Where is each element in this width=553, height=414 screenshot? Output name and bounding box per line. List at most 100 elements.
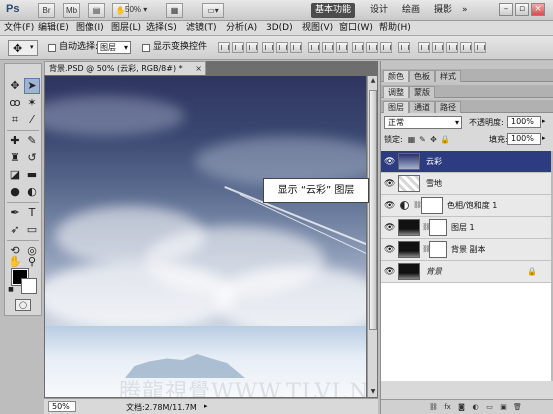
menu-image[interactable]: 图像(I) [76, 22, 104, 35]
background-color-swatch[interactable] [21, 278, 37, 294]
tab-color[interactable]: 颜色 [383, 70, 409, 82]
zoom-level-select[interactable]: 50% ▾ [125, 3, 161, 18]
menu-analysis[interactable]: 分析(A) [226, 22, 257, 35]
distribute-vertical-center-icon[interactable] [322, 42, 334, 53]
tab-masks[interactable]: 蒙版 [409, 86, 435, 98]
eye-icon[interactable]: 👁 [384, 223, 395, 233]
opacity-slider-arrow-icon[interactable]: ▸ [542, 117, 546, 125]
layer-style-icon[interactable]: fx [443, 403, 452, 412]
distribute-horizontal-center-icon[interactable] [366, 42, 378, 53]
dodge-tool-icon[interactable]: ◐ [24, 184, 40, 200]
align-bottom-icon[interactable] [246, 42, 258, 53]
status-zoom-field[interactable]: 50% [48, 401, 76, 412]
bridge-button[interactable]: Br [38, 3, 55, 18]
tab-swatches[interactable]: 色板 [409, 70, 435, 82]
align-horizontal-center-icon[interactable] [276, 42, 288, 53]
layer-row-hue-saturation[interactable]: 👁 ⛓ 色相/饱和度 1 [381, 195, 551, 217]
align-vertical-center-icon[interactable] [232, 42, 244, 53]
selected-move-tool-icon[interactable]: ➤ [24, 78, 40, 94]
tool-preset-picker[interactable]: ✥ ▾ [8, 40, 38, 56]
scroll-up-icon[interactable]: ▲ [368, 76, 378, 85]
crop-tool-icon[interactable]: ⌗ [7, 112, 23, 128]
eye-icon[interactable]: 👁 [384, 267, 395, 277]
default-colors-icon[interactable]: ■ [7, 286, 15, 294]
lock-position-icon[interactable]: ✥ [429, 135, 438, 144]
lock-all-icon[interactable]: 🔒 [440, 135, 450, 144]
menu-filter[interactable]: 滤镜(T) [186, 22, 217, 35]
new-layer-icon[interactable]: ▣ [499, 403, 508, 412]
hand-tool-icon[interactable]: ✋ [7, 254, 23, 270]
history-brush-icon[interactable]: ↺ [24, 150, 40, 166]
3d-rotate-icon[interactable] [418, 42, 430, 53]
layer-row-snow[interactable]: 👁 雪地 [381, 173, 551, 195]
type-tool-icon[interactable]: T [24, 205, 40, 221]
arrange-documents-button[interactable]: ▭▾ [202, 3, 224, 18]
scrollbar-thumb[interactable] [369, 90, 377, 330]
eye-icon[interactable]: 👁 [384, 179, 395, 189]
align-right-icon[interactable] [290, 42, 302, 53]
workspace-design[interactable]: 设计 [366, 3, 392, 18]
auto-select-checkbox[interactable] [48, 44, 56, 52]
lasso-tool-icon[interactable]: ꝏ [7, 95, 23, 111]
blend-mode-select[interactable]: 正常 ▾ [384, 116, 462, 129]
lock-image-icon[interactable]: ✎ [418, 135, 427, 144]
tab-paths[interactable]: 路径 [435, 101, 461, 113]
quick-mask-icon[interactable]: ◯ [15, 299, 31, 311]
blur-tool-icon[interactable]: ● [7, 184, 23, 200]
lock-transparency-icon[interactable]: ▦ [407, 135, 416, 144]
distribute-top-icon[interactable] [308, 42, 320, 53]
layer-row-layer-1[interactable]: 👁 ⛓ 图层 1 [381, 217, 551, 239]
eraser-tool-icon[interactable]: ◪ [7, 167, 23, 183]
tab-channels[interactable]: 通道 [409, 101, 435, 113]
zoom-tool-icon[interactable]: ⚲ [24, 254, 40, 270]
fill-input[interactable]: 100% [507, 133, 541, 145]
magic-wand-icon[interactable]: ✶ [24, 95, 40, 111]
eye-icon[interactable]: 👁 [384, 245, 395, 255]
restore-button[interactable]: ▫ [515, 3, 529, 16]
view-extras-button[interactable]: ▤ [88, 3, 105, 18]
close-button[interactable]: × [531, 3, 545, 16]
workspace-more-chevron-icon[interactable]: » [458, 3, 472, 18]
distribute-bottom-icon[interactable] [336, 42, 348, 53]
menu-view[interactable]: 视图(V) [302, 22, 333, 35]
path-selection-icon[interactable]: ➶ [7, 222, 23, 238]
minimize-button[interactable]: – [499, 3, 513, 16]
close-icon[interactable]: × [195, 62, 202, 75]
menu-3d[interactable]: 3D(D) [266, 22, 293, 35]
clone-stamp-icon[interactable]: ♜ [7, 150, 23, 166]
align-top-icon[interactable] [218, 42, 230, 53]
fill-slider-arrow-icon[interactable]: ▸ [542, 134, 546, 142]
layer-row-background-copy[interactable]: 👁 ⛓ 背景 副本 [381, 239, 551, 261]
move-tool-icon[interactable]: ✥ [7, 78, 23, 94]
layer-row-clouds[interactable]: 👁 云彩 [381, 151, 551, 173]
workspace-essentials[interactable]: 基本功能 [311, 3, 356, 18]
tab-styles[interactable]: 样式 [435, 70, 461, 82]
3d-scale-icon[interactable] [474, 42, 486, 53]
rectangle-tool-icon[interactable]: ▭ [24, 222, 40, 238]
auto-align-layers-icon[interactable] [398, 42, 410, 53]
document-tab[interactable]: 背景.PSD @ 50% (云彩, RGB/8#) * × [44, 61, 206, 75]
workspace-painting[interactable]: 绘画 [398, 3, 424, 18]
new-group-icon[interactable]: ▭ [485, 403, 494, 412]
show-transform-checkbox[interactable] [142, 44, 150, 52]
menu-window[interactable]: 窗口(W) [339, 22, 373, 35]
scroll-down-icon[interactable]: ▼ [368, 387, 378, 396]
3d-roll-icon[interactable] [432, 42, 444, 53]
3d-pan-icon[interactable] [446, 42, 458, 53]
add-mask-icon[interactable]: ◙ [457, 403, 466, 412]
mini-bridge-button[interactable]: Mb [63, 3, 80, 18]
distribute-right-icon[interactable] [380, 42, 392, 53]
delete-layer-icon[interactable]: 🗑 [513, 403, 522, 412]
layer-row-background[interactable]: 👁 背景 🔒 [381, 261, 551, 283]
image-canvas[interactable]: 腾龍視覺WWW.TLVI.NET [45, 76, 366, 397]
menu-layer[interactable]: 图层(L) [111, 22, 141, 35]
gradient-tool-icon[interactable]: ▬ [24, 167, 40, 183]
menu-edit[interactable]: 编辑(E) [38, 22, 69, 35]
status-menu-icon[interactable]: ▸ [204, 402, 208, 410]
new-adjustment-layer-icon[interactable]: ◐ [471, 403, 480, 412]
workspace-photography[interactable]: 摄影 [430, 3, 456, 18]
auto-select-target-select[interactable]: 图层 ▾ [97, 41, 131, 54]
menu-select[interactable]: 选择(S) [146, 22, 177, 35]
tab-layers[interactable]: 图层 [383, 101, 409, 113]
align-left-icon[interactable] [262, 42, 274, 53]
